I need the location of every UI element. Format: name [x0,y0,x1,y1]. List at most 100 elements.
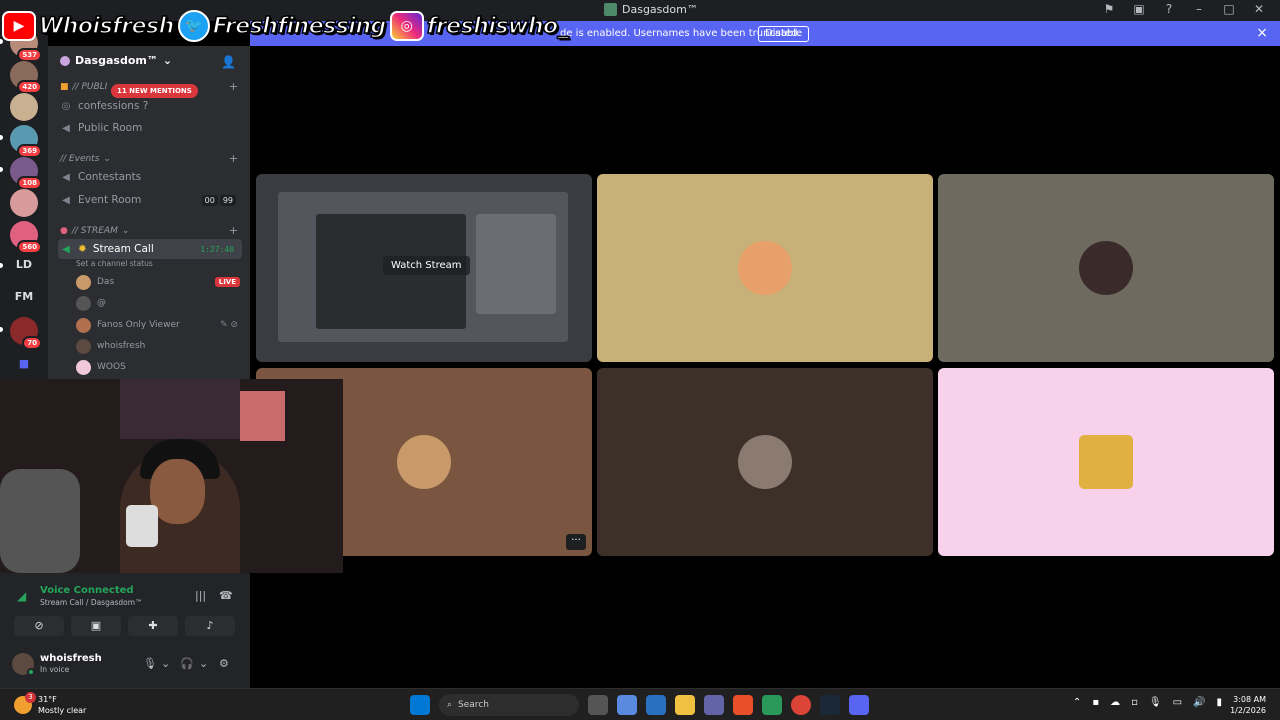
battery-icon[interactable]: ▮ [1216,697,1222,708]
weather-widget[interactable]: 3 31°F Mostly clear [14,692,86,716]
invite-people-icon[interactable]: 👤 [221,55,236,69]
folder-icon[interactable]: ■ [10,357,38,370]
channel-confessions[interactable]: ◎ confessions ? [58,96,242,116]
start-icon[interactable] [410,695,430,715]
chrome-icon[interactable] [791,695,811,715]
brave-icon[interactable] [733,695,753,715]
watch-stream-button[interactable]: Watch Stream [383,256,470,275]
store-icon[interactable] [646,695,666,715]
voice-connected-label[interactable]: Voice Connected [40,585,134,596]
stream-tile[interactable]: Watch Stream [256,174,592,362]
channel-sidebar: Dasgasdom™ ⌄ 👤 ■ // PUBLI + 11 NEW MENTI… [48,46,250,379]
steam-icon[interactable] [820,695,840,715]
connection-icon[interactable]: ◢ [17,589,26,603]
server-icon[interactable] [10,189,38,217]
category-label: // Events [60,154,100,164]
create-channel-icon[interactable]: + [229,152,238,165]
copilot-icon[interactable] [617,695,637,715]
server-fm[interactable]: FM [10,290,38,303]
server-icon[interactable]: 420 [10,61,42,94]
camera-off-button[interactable]: ⊘ [14,616,64,636]
display-icon[interactable]: ▭ [1173,697,1182,708]
channel-event-room[interactable]: ◀ Event Room 00 99 [58,190,242,210]
user-name[interactable]: whoisfresh [40,653,102,664]
participant-tile[interactable] [938,368,1274,556]
microphone-icon[interactable]: 🎙 [1149,697,1162,708]
share-screen-button[interactable]: ▣ [71,616,121,636]
inbox-icon[interactable]: ⚑ [1094,2,1124,16]
microphone-icon[interactable]: 🎙 [143,657,157,670]
category-stream[interactable]: ● // STREAM ⌄ [60,226,129,236]
server-icon[interactable]: 70 [10,317,42,350]
channel-contestants[interactable]: ◀ Contestants [58,167,242,187]
participant-avatar [397,435,451,489]
server-icon[interactable] [10,93,38,121]
date: 1/2/2026 [1230,706,1266,715]
channel-label: Contestants [78,171,142,183]
twitter-icon: 🐦 [177,10,210,42]
participant-tile[interactable] [938,174,1274,362]
noise-suppression-icon[interactable]: ||| [195,589,206,602]
participant-tile[interactable] [597,368,933,556]
volume-icon[interactable]: 🔊 [1193,697,1205,708]
unread-pip [0,327,3,332]
voice-member[interactable]: whoisfresh [76,337,242,355]
app-icon[interactable] [762,695,782,715]
muted-deafened-icon: ✎ ⊘ [220,320,238,330]
chevron-down-icon[interactable]: ⌄ [161,657,170,670]
category-events[interactable]: // Events ⌄ [60,154,111,164]
create-channel-icon[interactable]: + [229,80,238,93]
voice-channel-path[interactable]: Stream Call / Dasgasdom™ [40,598,143,607]
discord-icon[interactable] [849,695,869,715]
server-icon[interactable]: 369 [10,125,42,158]
title-bar-controls: ⚑ ▣ ? – □ ✕ [1094,2,1274,16]
screen-icon[interactable]: ▣ [1124,2,1154,16]
soundboard-button[interactable]: ♪ [185,616,235,636]
server-header-icon [60,55,70,66]
voice-member[interactable]: Fanos Only Viewer ✎ ⊘ [76,316,242,334]
headphones-icon[interactable]: 🎧 [180,657,194,670]
maximize-icon[interactable]: □ [1214,2,1244,16]
taskbar-apps: ⌕ Search [410,694,869,716]
minimize-icon[interactable]: – [1184,2,1214,16]
activities-button[interactable]: ✚ [128,616,178,636]
member-name: @ [97,298,106,308]
more-options-button[interactable]: ··· [566,534,586,550]
help-icon[interactable]: ? [1154,2,1184,16]
member-name: WOOS [97,362,126,372]
live-badge: LIVE [214,277,240,287]
app-tray-icon[interactable]: ▫ [1131,697,1138,708]
disconnect-icon[interactable]: ☎ [219,589,233,602]
disable-button[interactable]: Disable [758,26,810,42]
teams-icon[interactable] [704,695,724,715]
voice-member[interactable]: WOOS [76,358,242,376]
create-channel-icon[interactable]: + [229,224,238,237]
tray-app-icon[interactable]: ▪ [1092,697,1099,708]
channel-public-room[interactable]: ◀ Public Room [58,118,242,138]
channel-stream-call[interactable]: ◀ ✹ Stream Call 1:27:40 [58,239,242,259]
participant-tile[interactable] [597,174,933,362]
close-notice-icon[interactable]: × [1256,25,1268,41]
chevron-down-icon[interactable]: ⌄ [199,657,208,670]
taskbar-search[interactable]: ⌕ Search [439,694,579,716]
voice-member[interactable]: Das LIVE [76,273,242,291]
server-icon[interactable]: 108 [10,157,42,190]
cloud-icon[interactable]: ☁ [1110,697,1120,708]
server-icon[interactable]: 560 [10,221,42,254]
overlay-instagram: ◎ freshiswho_ [389,11,569,41]
settings-gear-icon[interactable]: ⚙ [219,657,229,670]
channel-status[interactable]: Set a channel status [76,259,153,268]
member-name: whoisfresh [97,341,146,351]
file-explorer-icon[interactable] [675,695,695,715]
webcam-phone [126,505,158,547]
chevron-up-icon[interactable]: ⌃ [1073,697,1081,708]
clock[interactable]: 3:08 AM 1/2/2026 [1230,694,1266,716]
close-window-icon[interactable]: ✕ [1244,2,1274,16]
server-header[interactable]: Dasgasdom™ ⌄ [60,54,172,67]
overlay-youtube-handle: Whoisfresh [38,13,175,40]
task-view-icon[interactable] [588,695,608,715]
channel-label: Event Room [78,194,142,206]
voice-member[interactable]: @ [76,294,242,312]
server-ld[interactable]: LD [10,258,38,271]
category-public[interactable]: ■ // PUBLI [60,82,107,92]
